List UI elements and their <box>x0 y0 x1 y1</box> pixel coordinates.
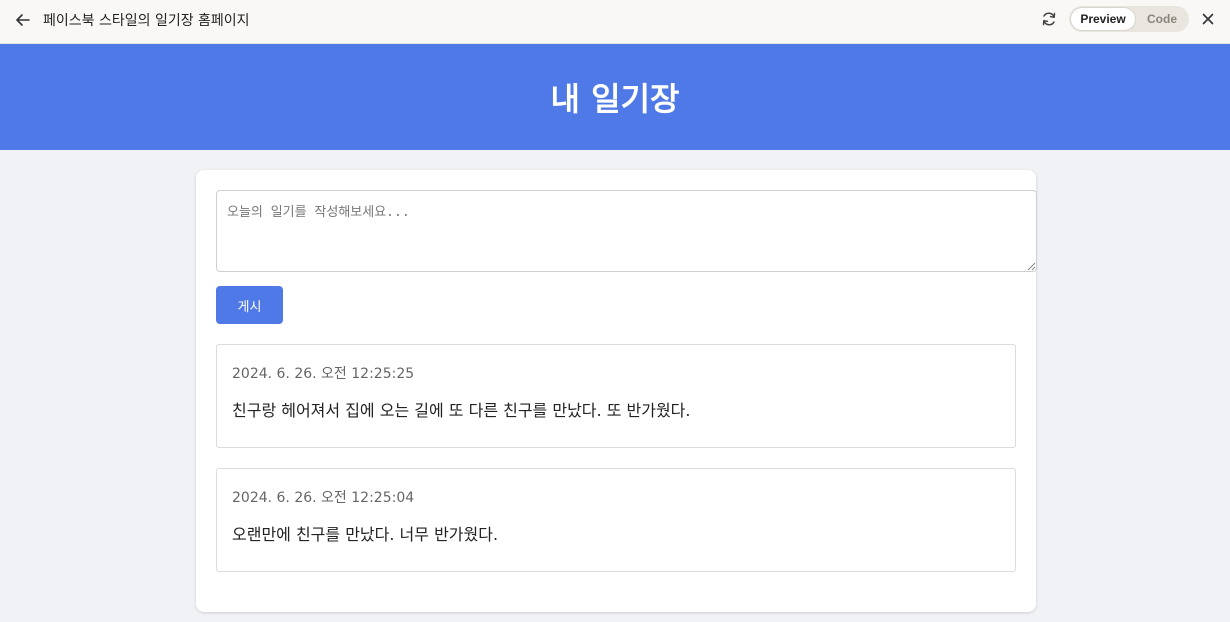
entry-text: 오랜만에 친구를 만났다. 너무 반가웠다. <box>232 525 499 544</box>
close-icon[interactable] <box>1198 9 1218 29</box>
window-title: 페이스북 스타일의 일기장 홈페이지 <box>43 13 250 29</box>
entry-timestamp: 2024. 6. 26. 오전 12:25:04 <box>232 490 415 506</box>
entry-timestamp: 2024. 6. 26. 오전 12:25:25 <box>232 366 415 382</box>
back-arrow-icon[interactable] <box>12 9 34 31</box>
diary-entry: 2024. 6. 26. 오전 12:25:04 오랜만에 친구를 만났다. 너… <box>216 468 1016 572</box>
post-button[interactable]: 게시 <box>216 286 283 324</box>
diary-input[interactable] <box>216 190 1037 272</box>
page-title: 내 일기장 <box>550 80 680 118</box>
entry-text: 친구랑 헤어져서 집에 오는 길에 또 다른 친구를 만났다. 또 반가웠다. <box>232 401 691 420</box>
refresh-icon[interactable] <box>1039 9 1059 29</box>
page-header: 내 일기장 <box>0 44 1230 150</box>
window-toolbar: 페이스북 스타일의 일기장 홈페이지 Preview Code <box>0 0 1230 44</box>
code-tab[interactable]: Code <box>1139 8 1185 30</box>
preview-tab[interactable]: Preview <box>1071 8 1135 30</box>
diary-entry: 2024. 6. 26. 오전 12:25:25 친구랑 헤어져서 집에 오는 … <box>216 344 1016 448</box>
view-toggle: Preview Code <box>1069 6 1189 32</box>
diary-card: 게시 2024. 6. 26. 오전 12:25:25 친구랑 헤어져서 집에 … <box>196 170 1037 612</box>
